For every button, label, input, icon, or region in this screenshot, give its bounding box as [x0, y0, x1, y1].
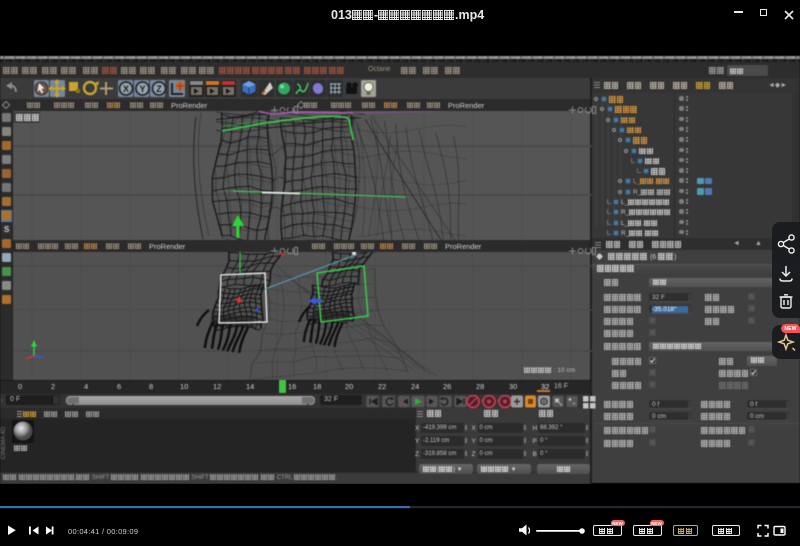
svg-text:X: X	[123, 84, 129, 94]
svg-text:Z: Z	[156, 84, 162, 94]
svg-text:Y: Y	[139, 84, 145, 94]
